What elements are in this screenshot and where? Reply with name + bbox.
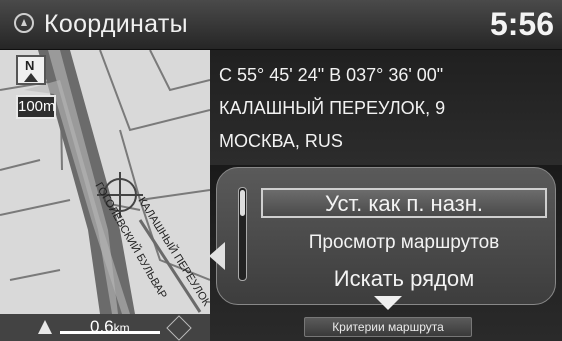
distance-readout: 0.6km — [90, 317, 130, 337]
nav-screen: Координаты 5:56 ГОГОЛЕВСКИЙ БУЛЬВАР КАЛА… — [0, 0, 562, 341]
distance-unit: km — [113, 321, 130, 335]
clock: 5:56 — [489, 6, 554, 42]
menu-item-view-routes[interactable]: Просмотр маршрутов — [261, 228, 547, 258]
navigation-icon — [14, 13, 34, 33]
distance-value: 0.6 — [90, 317, 114, 336]
scroll-thumb[interactable] — [240, 190, 245, 216]
city-text: МОСКВА, RUS — [219, 131, 343, 151]
coordinates-text: С 55° 45' 24" В 037° 36' 00" — [219, 65, 444, 85]
action-menu: Уст. как п. назн. Просмотр маршрутов Иск… — [209, 165, 562, 341]
route-criteria-button[interactable]: Критерии маршрута — [304, 317, 472, 337]
north-up-icon[interactable]: N — [16, 55, 46, 85]
address-text: КАЛАШНЫЙ ПЕРЕУЛОК, 9 — [219, 98, 446, 118]
map-view[interactable]: ГОГОЛЕВСКИЙ БУЛЬВАР КАЛАШНЫЙ ПЕРЕУЛОК N … — [0, 50, 210, 341]
compass-icon — [166, 315, 192, 341]
page-title: Координаты — [44, 10, 188, 38]
map-scale-button[interactable]: 100m — [16, 95, 56, 119]
menu-scrollbar[interactable] — [238, 187, 247, 281]
scroll-down-icon[interactable] — [374, 296, 402, 310]
position-arrow-icon — [38, 320, 52, 334]
header-bar: Координаты 5:56 — [0, 0, 562, 50]
map-canvas: ГОГОЛЕВСКИЙ БУЛЬВАР КАЛАШНЫЙ ПЕРЕУЛОК — [0, 50, 210, 341]
location-info: С 55° 45' 24" В 037° 36' 00" КАЛАШНЫЙ ПЕ… — [210, 50, 562, 165]
north-label: N — [25, 58, 35, 73]
menu-item-search-nearby[interactable]: Искать рядом — [261, 263, 547, 295]
map-status-bar: 0.6km — [0, 314, 210, 341]
back-arrow-icon[interactable] — [209, 242, 225, 270]
menu-card: Уст. как п. назн. Просмотр маршрутов Иск… — [209, 167, 556, 305]
menu-item-set-destination[interactable]: Уст. как п. назн. — [261, 188, 547, 218]
